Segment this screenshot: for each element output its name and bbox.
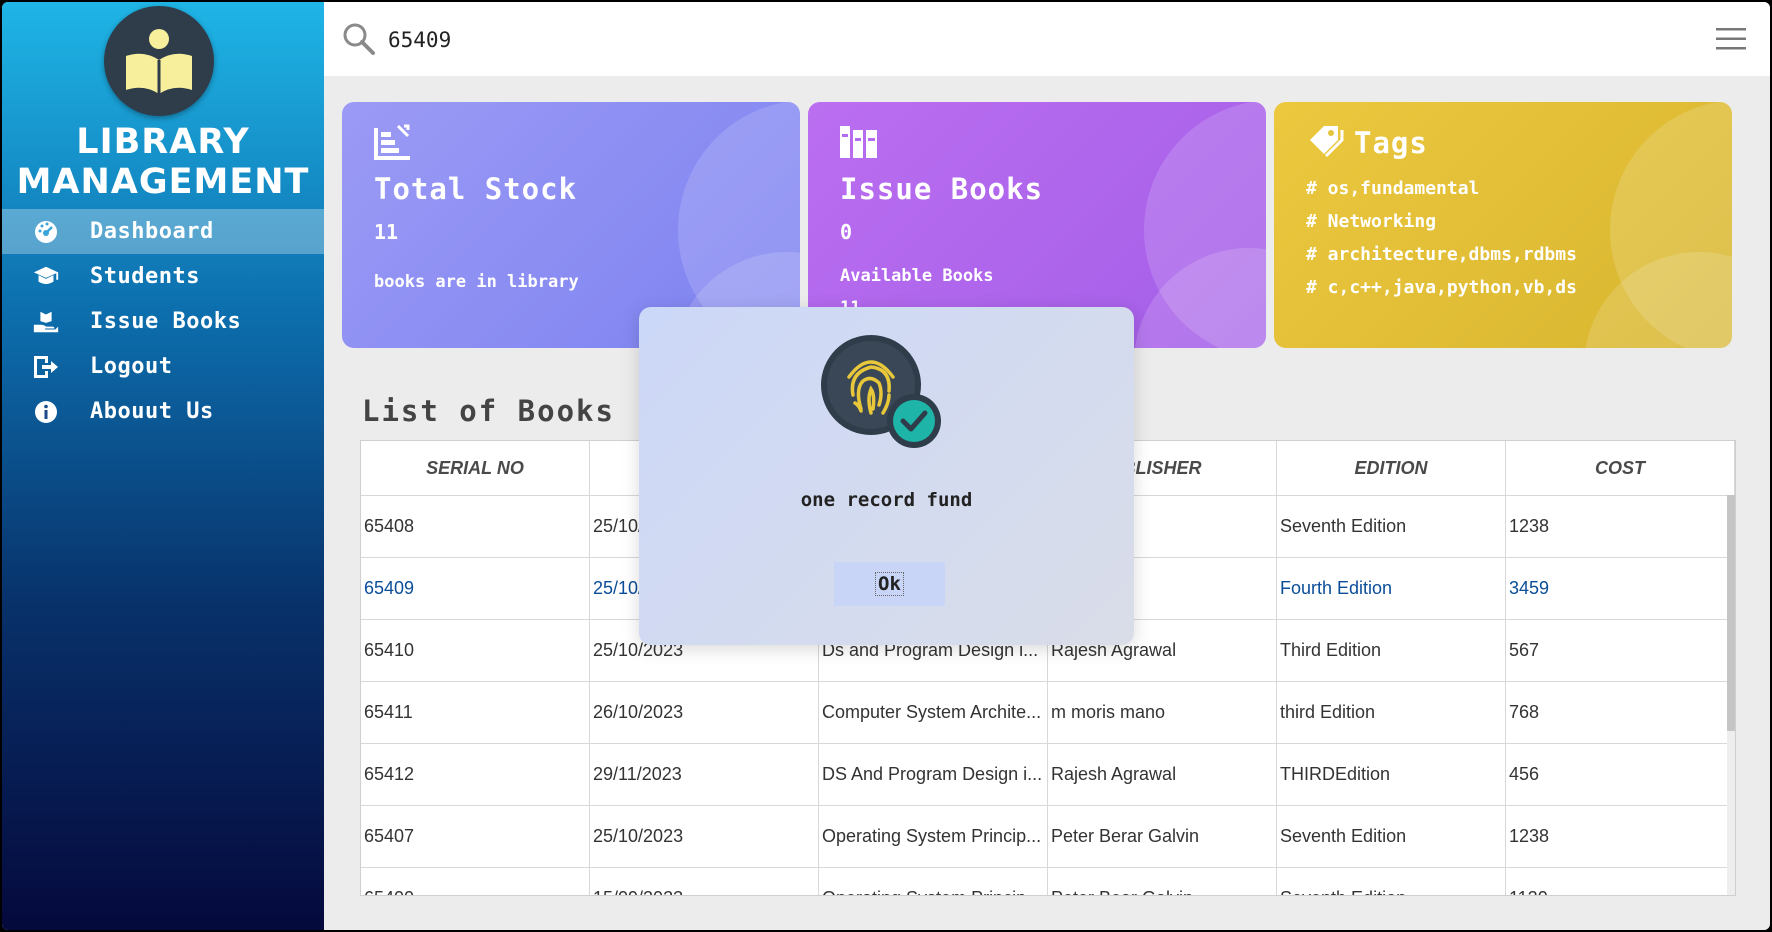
cell-edition: THIRDEdition — [1276, 743, 1506, 806]
cell-publisher: Peter Bear Galvin — [1047, 867, 1277, 895]
book-hand-icon — [32, 309, 60, 335]
app-window: LIBRARY MANAGEMENT Dashboard Students Is… — [2, 2, 1770, 930]
cell-edition: Seventh Edition — [1276, 805, 1506, 868]
cell-date: 29/11/2023 — [589, 743, 819, 806]
column-header-edition[interactable]: EDITION — [1276, 441, 1506, 496]
sidebar-item-about-us[interactable]: Abouut Us — [2, 389, 324, 434]
cell-date: 25/10/2023 — [589, 805, 819, 868]
sidebar-item-label: Abouut Us — [90, 399, 214, 424]
cell-serial: 65412 — [361, 743, 590, 806]
alert-message: one record fund — [800, 489, 973, 511]
issued-count: 0 — [840, 220, 853, 244]
cell-publisher: Peter Berar Galvin — [1047, 805, 1277, 868]
dashboard-gauge-icon — [32, 219, 60, 245]
total-stock-value: 11 — [374, 220, 399, 244]
ok-button-label: Ok — [875, 572, 904, 596]
sidebar-item-label: Students — [90, 264, 200, 289]
cell-serial: 65407 — [361, 805, 590, 868]
cell-date: 15/09/2023 — [589, 867, 819, 895]
table-row[interactable]: 65412 29/11/2023 DS And Program Design i… — [361, 743, 1735, 806]
fingerprint-check-icon — [819, 333, 945, 453]
sidebar-nav: Dashboard Students Issue Books Logout Ab… — [2, 209, 324, 434]
books-shelf-icon — [840, 126, 880, 164]
cell-cost: 456 — [1505, 743, 1735, 806]
card-title: Tags — [1354, 126, 1428, 160]
cell-serial: 65410 — [361, 619, 590, 682]
card-title: Total Stock — [374, 172, 578, 206]
cell-title: Operating System Princip... — [818, 805, 1048, 868]
tag-line: # Networking — [1306, 211, 1437, 232]
ok-button[interactable]: Ok — [834, 562, 945, 606]
cell-edition: Third Edition — [1276, 619, 1506, 682]
column-header-serial[interactable]: SERIAL NO — [361, 441, 590, 496]
cell-publisher: Rajesh Agrawal — [1047, 743, 1277, 806]
top-bar — [324, 2, 1770, 76]
cell-title: DS And Program Design i... — [818, 743, 1048, 806]
graduation-cap-icon — [32, 264, 60, 290]
alert-dialog: one record fund Ok — [639, 307, 1134, 645]
tag-line: # os,fundamental — [1306, 178, 1480, 199]
cell-serial: 65408 — [361, 495, 590, 558]
cell-cost: 768 — [1505, 681, 1735, 744]
library-logo-icon — [104, 6, 214, 116]
cell-serial: 65400 — [361, 867, 590, 895]
sidebar-item-label: Logout — [90, 354, 173, 379]
list-title: List of Books — [362, 394, 615, 428]
tags-card: Tags # os,fundamental # Networking # arc… — [1274, 102, 1732, 348]
scrollbar-thumb[interactable] — [1727, 495, 1735, 731]
cell-cost: 1238 — [1505, 495, 1735, 558]
cell-serial: 65409 — [361, 557, 590, 620]
search-input[interactable] — [386, 22, 990, 58]
sidebar-item-label: Issue Books — [90, 309, 242, 334]
table-row[interactable]: 65407 25/10/2023 Operating System Princi… — [361, 805, 1735, 868]
hamburger-menu-icon[interactable] — [1716, 28, 1746, 50]
cell-edition: third Edition — [1276, 681, 1506, 744]
table-scrollbar[interactable] — [1727, 495, 1735, 895]
card-subtitle: Available Books — [840, 266, 994, 286]
sidebar-item-students[interactable]: Students — [2, 254, 324, 299]
cell-title: Operating System Princip... — [818, 867, 1048, 895]
cell-cost: 1120 — [1505, 867, 1735, 895]
cell-edition: Fourth Edition — [1276, 557, 1506, 620]
info-icon — [32, 399, 60, 425]
sidebar-item-label: Dashboard — [90, 219, 214, 244]
cell-cost: 1238 — [1505, 805, 1735, 868]
card-title: Issue Books — [840, 172, 1044, 206]
column-header-cost[interactable]: COST — [1505, 441, 1735, 496]
sidebar: LIBRARY MANAGEMENT Dashboard Students Is… — [2, 2, 324, 930]
tag-icon — [1306, 124, 1346, 166]
app-title-line2: MANAGEMENT — [16, 162, 310, 202]
cell-serial: 65411 — [361, 681, 590, 744]
table-row[interactable]: 65400 15/09/2023 Operating System Princi… — [361, 867, 1735, 895]
stock-icon — [374, 124, 414, 164]
table-row[interactable]: 65411 26/10/2023 Computer System Archite… — [361, 681, 1735, 744]
cell-cost: 3459 — [1505, 557, 1735, 620]
search-icon[interactable] — [342, 22, 376, 56]
tag-line: # architecture,dbms,rdbms — [1306, 244, 1577, 265]
logout-icon — [32, 354, 60, 380]
cell-date: 26/10/2023 — [589, 681, 819, 744]
sidebar-item-logout[interactable]: Logout — [2, 344, 324, 389]
cell-cost: 567 — [1505, 619, 1735, 682]
tag-line: # c,c++,java,python,vb,ds — [1306, 277, 1577, 298]
cell-edition: Seventh Edition — [1276, 867, 1506, 895]
sidebar-item-dashboard[interactable]: Dashboard — [2, 209, 324, 254]
cell-edition: Seventh Edition — [1276, 495, 1506, 558]
cell-title: Computer System Archite... — [818, 681, 1048, 744]
app-title-line1: LIBRARY — [76, 122, 250, 162]
cell-publisher: m moris mano — [1047, 681, 1277, 744]
card-subtitle: books are in library — [374, 272, 579, 292]
sidebar-item-issue-books[interactable]: Issue Books — [2, 299, 324, 344]
